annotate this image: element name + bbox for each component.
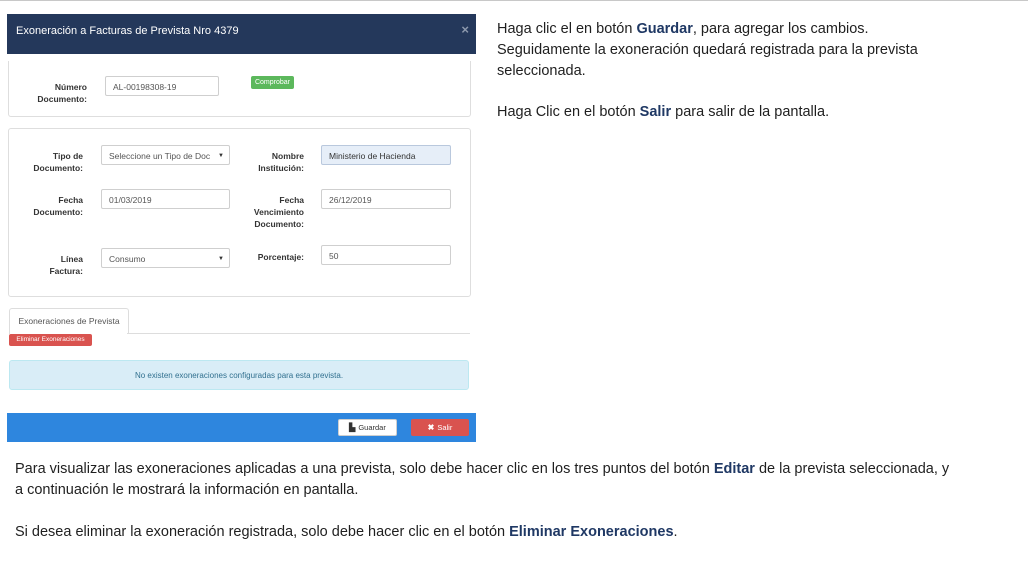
guardar-button[interactable]: ▙ Guardar xyxy=(338,419,397,436)
instruction-text: Seguidamente la exoneración quedará regi… xyxy=(497,42,918,58)
porcentaje-label: Porcentaje: xyxy=(257,252,304,262)
instruction-text: Haga clic el en botón xyxy=(497,21,637,37)
eliminar-highlight: Eliminar Exoneraciones xyxy=(509,524,674,540)
tipo-documento-label: Tipo de Documento: xyxy=(33,151,83,173)
salir-label: Salir xyxy=(437,423,453,432)
linea-factura-select[interactable]: Consumo ▼ xyxy=(101,248,230,268)
tipo-documento-select[interactable]: Seleccione un Tipo de Doc ▼ xyxy=(101,145,230,165)
modal-title: Exoneración a Facturas de Prevista Nro 4… xyxy=(16,25,239,37)
guardar-label: Guardar xyxy=(358,423,386,432)
nombre-institucion-input[interactable]: Ministerio de Hacienda xyxy=(321,145,451,165)
modal-footer: ▙ Guardar ✖ Salir xyxy=(7,413,476,442)
fecha-vencimiento-input[interactable]: 26/12/2019 xyxy=(321,189,451,209)
instruction-text: Para visualizar las exoneraciones aplica… xyxy=(15,461,714,477)
salir-highlight: Salir xyxy=(639,104,672,120)
porcentaje-input[interactable]: 50 xyxy=(321,245,451,265)
close-icon: ✖ xyxy=(427,423,435,432)
instruction-guardar: Haga clic el en botón Guardar, para agre… xyxy=(497,19,1017,82)
fecha-documento-input[interactable]: 01/03/2019 xyxy=(101,189,230,209)
comprobar-button[interactable]: Comprobar xyxy=(251,76,294,89)
eliminar-exoneraciones-button[interactable]: Eliminar Exoneraciones xyxy=(9,334,92,346)
tab-exoneraciones[interactable]: Exoneraciones de Prevista xyxy=(9,308,129,334)
guardar-highlight: Guardar xyxy=(636,21,693,37)
instruction-salir: Haga Clic en el botón Salir para salir d… xyxy=(497,102,1017,123)
instruction-editar: Para visualizar las exoneraciones aplica… xyxy=(15,459,1025,501)
numero-documento-input[interactable]: AL-00198308-19 xyxy=(105,76,219,96)
chevron-down-icon: ▼ xyxy=(218,256,224,262)
salir-button[interactable]: ✖ Salir xyxy=(411,419,469,436)
chevron-down-icon: ▼ xyxy=(218,153,224,159)
instruction-text: . xyxy=(673,524,678,540)
nombre-institucion-label: Nombre Institución: xyxy=(258,151,304,173)
instruction-text: de la prevista seleccionada, y xyxy=(754,461,950,477)
fecha-documento-label: Fecha Documento: xyxy=(33,195,83,217)
instruction-text: para salir de la pantalla. xyxy=(671,104,830,120)
exoneracion-modal: Exoneración a Facturas de Prevista Nro 4… xyxy=(7,14,476,442)
close-icon[interactable]: × xyxy=(461,22,469,37)
editar-highlight: Editar xyxy=(713,461,755,477)
linea-factura-label: Línea Factura: xyxy=(49,254,83,276)
numero-documento-label: Número Documento: xyxy=(37,82,87,104)
tipo-documento-value: Seleccione un Tipo de Doc xyxy=(109,151,211,161)
instruction-eliminar: Si desea eliminar la exoneración registr… xyxy=(15,522,1025,543)
fecha-vencimiento-label: Fecha Vencimiento Documento: xyxy=(253,195,304,229)
top-divider xyxy=(0,0,1028,1)
linea-factura-value: Consumo xyxy=(109,254,146,264)
instruction-text: a continuación le mostrará la informació… xyxy=(15,482,359,498)
empty-alert: No existen exoneraciones configuradas pa… xyxy=(9,360,469,390)
instruction-text: Haga Clic en el botón xyxy=(497,104,640,120)
instruction-text: , para agregar los cambios. xyxy=(692,21,869,37)
save-icon: ▙ xyxy=(349,423,356,432)
instruction-text: Si desea eliminar la exoneración registr… xyxy=(15,524,510,540)
modal-header: Exoneración a Facturas de Prevista Nro 4… xyxy=(7,14,476,54)
tab-divider xyxy=(127,333,470,334)
instruction-text: seleccionada. xyxy=(497,63,586,79)
